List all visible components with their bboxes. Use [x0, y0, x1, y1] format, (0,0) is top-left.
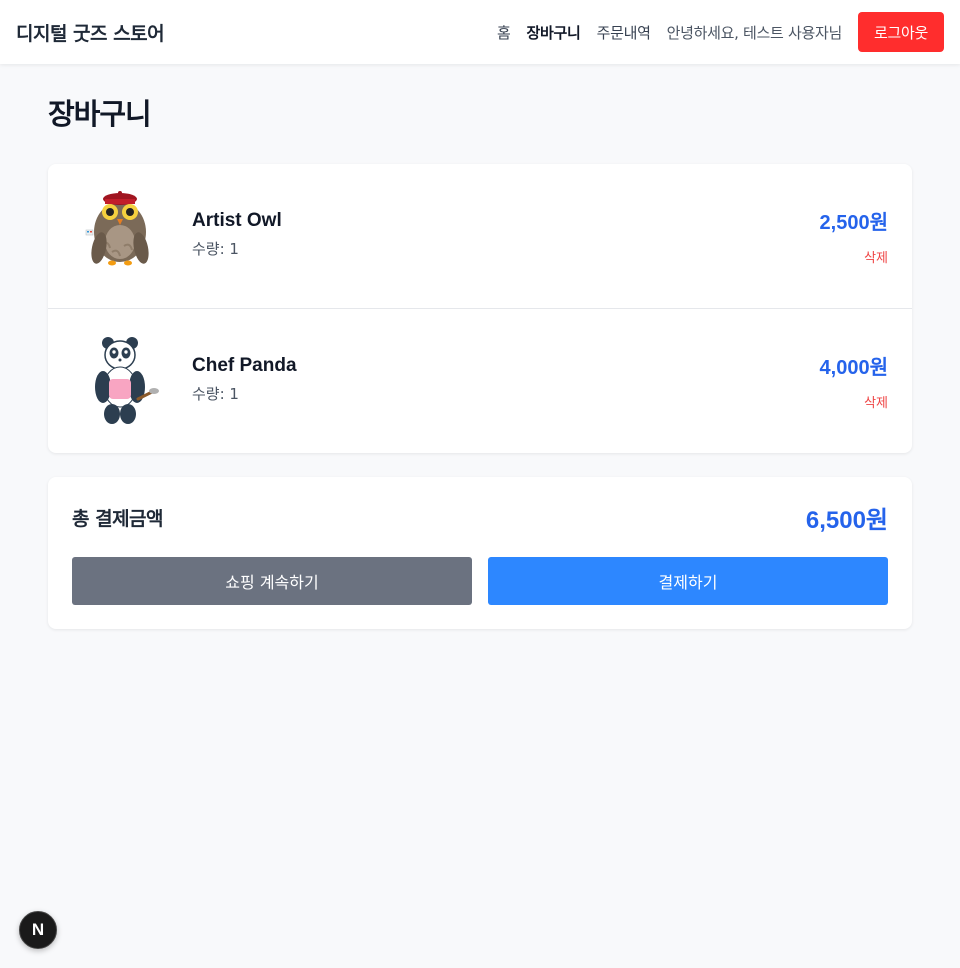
cart-item: Artist Owl 수량: 1 2,500원 삭제 [48, 164, 912, 308]
item-name[interactable]: Chef Panda [192, 355, 297, 377]
total-amount: 6,500원 [805, 506, 888, 534]
cart-item-price-area: 2,500원 삭제 [820, 188, 888, 266]
user-greeting: 안녕하세요, 테스트 사용자님 [666, 23, 843, 42]
cart-list: Artist Owl 수량: 1 2,500원 삭제 Chef Panda 수량… [48, 164, 912, 453]
continue-shopping-button[interactable]: 쇼핑 계속하기 [72, 557, 472, 605]
owl-icon [72, 188, 168, 284]
delete-button[interactable]: 삭제 [820, 247, 888, 266]
cart-item-info: Chef Panda 수량: 1 [192, 333, 297, 404]
item-price: 4,000원 [819, 357, 888, 379]
cart-item-price-area: 4,000원 삭제 [820, 333, 888, 411]
top-navbar: 디지털 굿즈 스토어 홈 장바구니 주문내역 안녕하세요, 테스트 사용자님 로… [0, 0, 960, 64]
checkout-button[interactable]: 결제하기 [488, 557, 888, 605]
order-summary: 총 결제금액 6,500원 쇼핑 계속하기 결제하기 [48, 477, 912, 629]
nav-cart-link[interactable]: 장바구니 [527, 22, 581, 43]
item-price: 2,500원 [819, 212, 888, 234]
total-row: 총 결제금액 6,500원 [72, 501, 888, 534]
cart-item-info: Artist Owl 수량: 1 [192, 188, 282, 259]
nextjs-dev-badge-icon[interactable]: N [19, 911, 57, 949]
main-content: 장바구니 Artist Owl 수량: 1 2,500원 삭제 Chef Pan… [0, 96, 960, 629]
delete-button[interactable]: 삭제 [820, 392, 888, 411]
total-label: 총 결제금액 [72, 507, 164, 530]
logout-button[interactable]: 로그아웃 [857, 12, 944, 52]
summary-actions: 쇼핑 계속하기 결제하기 [72, 557, 888, 605]
item-quantity: 수량: 1 [192, 240, 239, 258]
panda-icon [72, 333, 168, 429]
nav-orders-link[interactable]: 주문내역 [597, 22, 651, 43]
main-nav: 홈 장바구니 주문내역 안녕하세요, 테스트 사용자님 로그아웃 [481, 12, 944, 52]
item-name[interactable]: Artist Owl [192, 210, 282, 232]
nav-home-link[interactable]: 홈 [497, 22, 511, 43]
cart-item: Chef Panda 수량: 1 4,000원 삭제 [48, 308, 912, 453]
item-quantity: 수량: 1 [192, 385, 239, 403]
brand-logo[interactable]: 디지털 굿즈 스토어 [16, 19, 165, 46]
page-title: 장바구니 [48, 97, 152, 131]
